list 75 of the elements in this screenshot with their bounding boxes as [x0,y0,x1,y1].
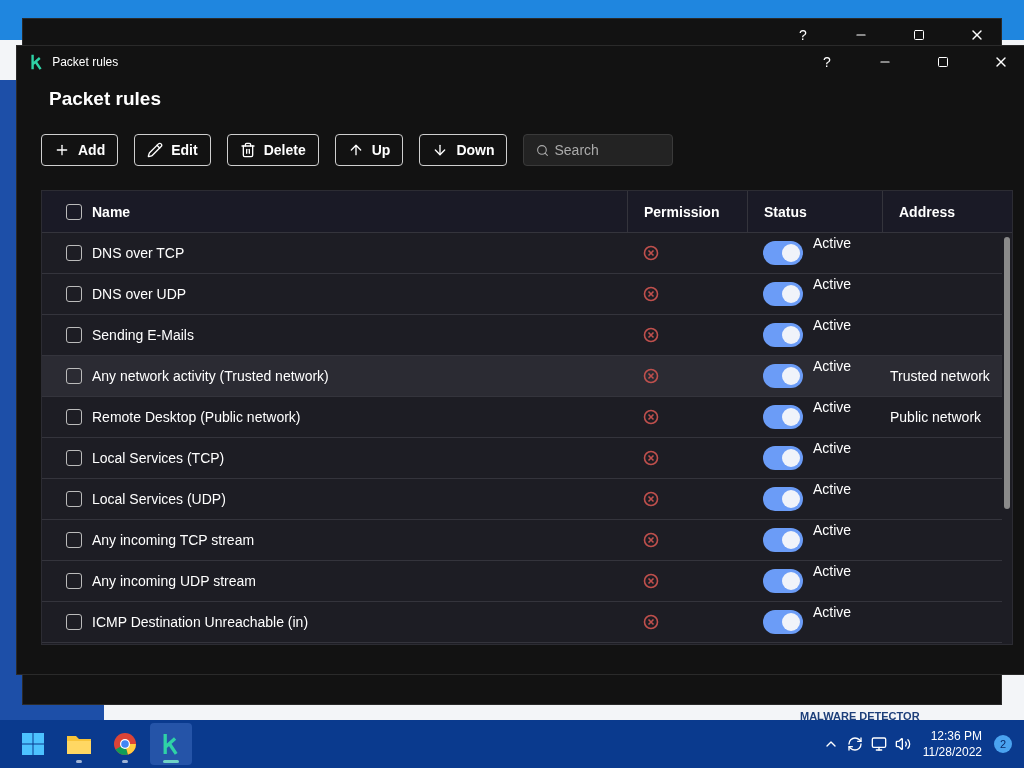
row-checkbox[interactable] [66,368,82,384]
row-checkbox[interactable] [66,409,82,425]
table-row[interactable]: Any network activity (Trusted network) Active Trusted network [42,356,1002,397]
trash-icon [239,142,256,158]
maximize-icon [937,56,949,68]
column-header[interactable]: Permission [644,203,720,220]
row-checkbox[interactable] [66,450,82,466]
address-text: Public network [890,409,982,425]
windows-icon [21,732,45,756]
row-checkbox[interactable] [66,573,82,589]
sync-icon[interactable] [846,736,863,752]
status-text: Active [813,358,852,374]
rule-name: Remote Desktop (Public network) [92,409,301,425]
select-all-checkbox[interactable] [66,203,82,220]
row-checkbox[interactable] [66,327,82,343]
rule-name: Any incoming UDP stream [92,573,256,589]
column-header[interactable]: Name [92,203,131,220]
volume-icon[interactable] [894,736,911,752]
status-text: Active [813,317,852,333]
edit-button[interactable]: Edit [134,134,211,166]
status-toggle[interactable] [763,569,803,593]
column-header[interactable]: Status [764,203,807,220]
window-title: Packet rules [52,55,119,69]
down-button[interactable]: Down [419,134,508,166]
row-checkbox[interactable] [66,286,82,302]
search-field[interactable]: Search [523,134,674,166]
plus-icon [54,142,70,158]
k-logo-icon [31,54,43,70]
up-button[interactable]: Up [334,134,404,166]
row-checkbox[interactable] [66,491,82,507]
k-logo-icon [163,733,179,755]
clock[interactable]: 12:36 PM 11/28/2022 [922,728,982,760]
scrollbar[interactable] [1004,237,1010,509]
status-text: Active [813,235,852,251]
rule-name: Local Services (TCP) [92,450,225,466]
row-checkbox[interactable] [66,614,82,630]
status-text: Active [813,604,852,620]
rule-name: Sending E-Mails [92,327,194,343]
status-toggle[interactable] [763,487,803,511]
status-toggle[interactable] [763,364,803,388]
network-icon[interactable] [870,736,887,752]
column-header[interactable]: Address [899,203,956,220]
status-text: Active [813,563,852,579]
folder-icon [66,733,92,755]
rule-name: ICMP Destination Unreachable (in) [92,614,309,630]
rule-name: Any network activity (Trusted network) [92,368,329,384]
delete-button[interactable]: Delete [226,134,319,166]
status-toggle[interactable] [763,610,803,634]
dialog-heading: Packet rules [49,88,162,110]
status-toggle[interactable] [763,528,803,552]
status-text: Active [813,440,852,456]
status-text: Active [813,481,852,497]
status-toggle[interactable] [763,241,803,265]
status-toggle[interactable] [763,323,803,347]
browser-icon [113,732,137,756]
status-text: Active [813,522,852,538]
notification-badge[interactable]: 2 [994,735,1012,753]
status-toggle[interactable] [763,405,803,429]
rule-name: Any incoming TCP stream [92,532,255,548]
rule-name: Local Services (UDP) [92,491,226,507]
add-button[interactable]: Add [41,134,119,166]
row-checkbox[interactable] [66,245,82,261]
rule-name: DNS over TCP [92,245,185,261]
address-text: Trusted network [890,368,990,384]
status-text: Active [813,399,852,415]
row-checkbox[interactable] [66,532,82,548]
taskbar-app[interactable] [150,723,192,765]
status-text: Active [813,276,852,292]
maximize-icon [913,29,925,41]
status-toggle[interactable] [763,446,803,470]
rule-name: DNS over UDP [92,286,187,302]
pencil-icon [147,142,164,158]
side-link[interactable]: MALWARE DETECTOR [800,710,920,722]
status-toggle[interactable] [763,282,803,306]
help-button[interactable]: ? [803,46,851,78]
